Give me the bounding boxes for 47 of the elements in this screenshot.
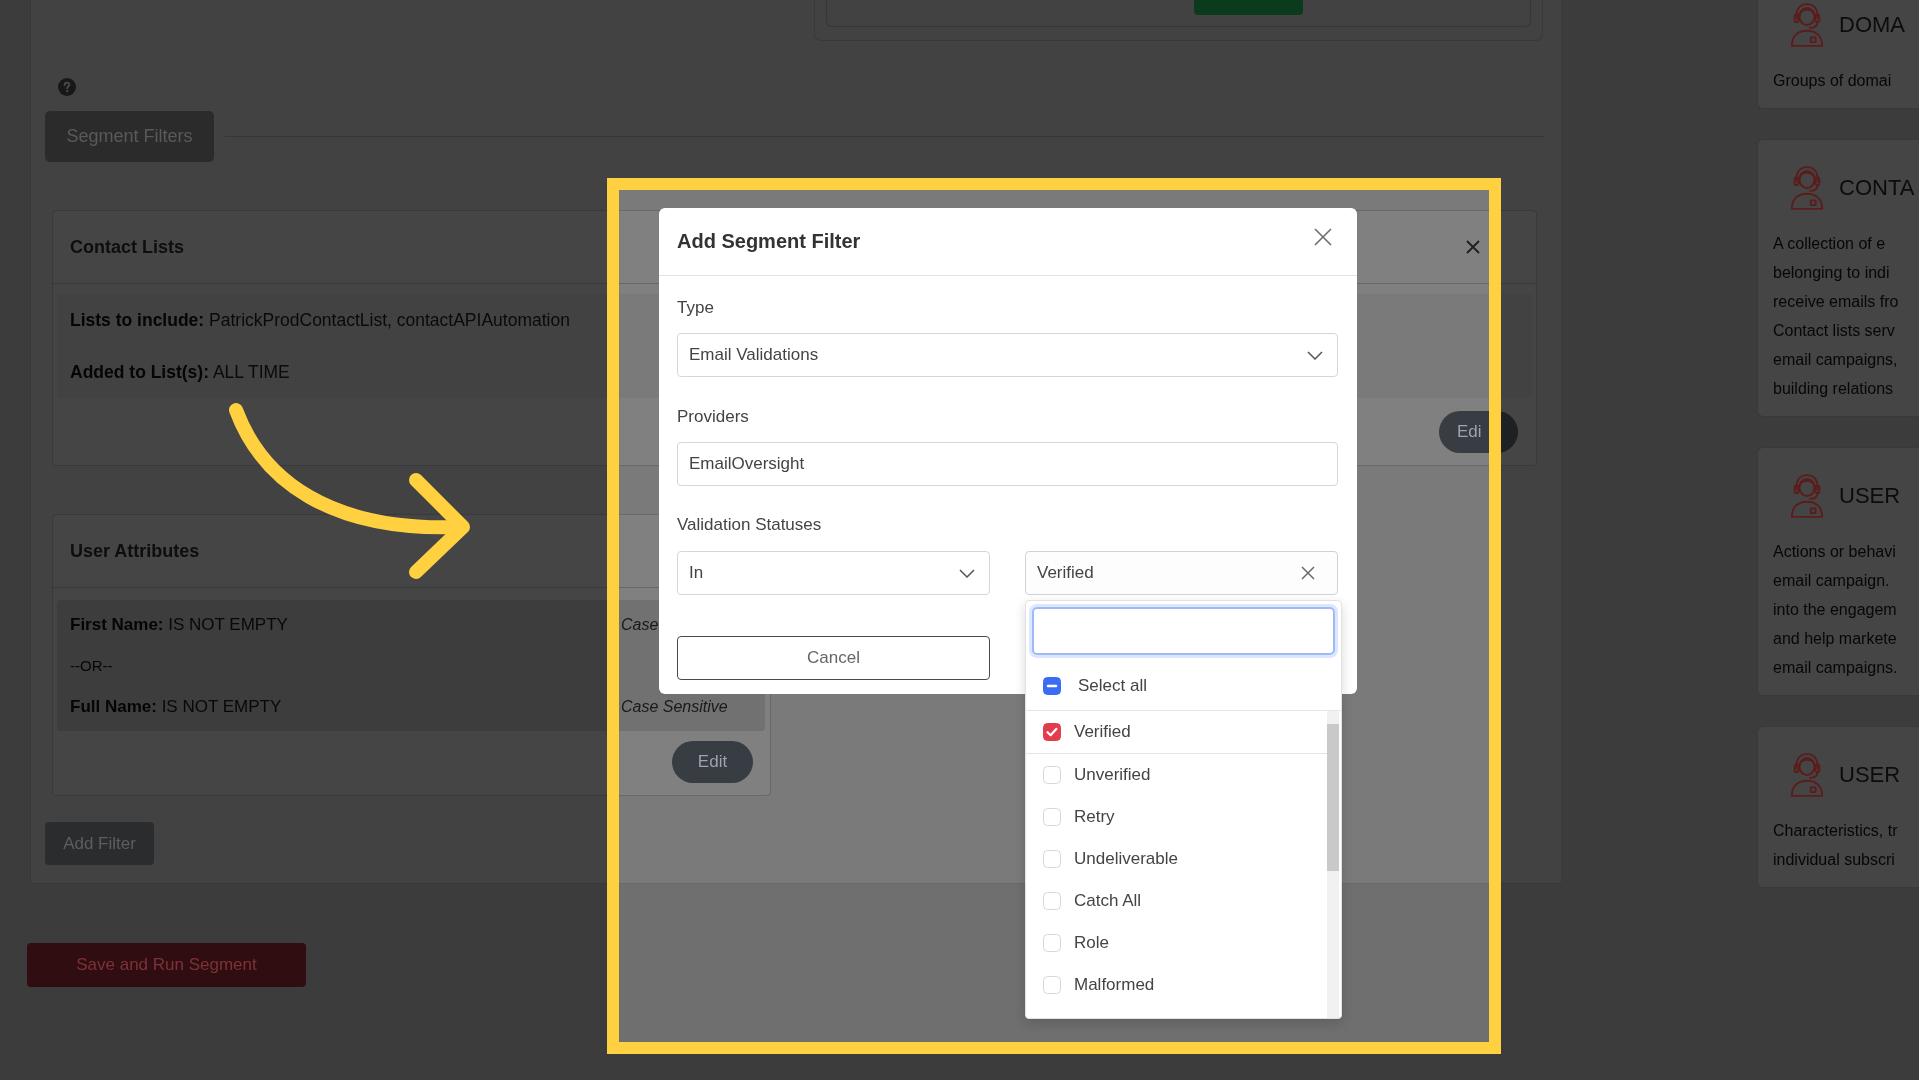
chevron-down-icon xyxy=(959,568,975,578)
chevron-down-icon xyxy=(1307,350,1323,360)
card-title: USER xyxy=(1839,762,1901,788)
status-option[interactable]: Unverified xyxy=(1026,754,1327,796)
headset-user-icon xyxy=(1788,473,1826,519)
card-title: CONTA xyxy=(1839,175,1915,201)
status-select[interactable]: Verified xyxy=(1025,551,1338,595)
status-option[interactable]: Role xyxy=(1026,922,1327,964)
scrollbar-thumb[interactable] xyxy=(1327,724,1339,871)
checkbox[interactable] xyxy=(1043,676,1061,695)
help-icon[interactable] xyxy=(58,78,76,96)
or-separator: --OR-- xyxy=(70,656,113,676)
cancel-button[interactable]: Cancel xyxy=(677,636,990,680)
x-icon[interactable] xyxy=(1301,566,1315,580)
field-label: Type xyxy=(677,297,714,319)
type-select[interactable]: Email Validations xyxy=(677,333,1338,377)
scrollbar[interactable] xyxy=(1327,711,1339,1018)
card-description: Groups of domai xyxy=(1773,71,1893,91)
x-icon[interactable] xyxy=(1466,240,1480,254)
card-title: DOMA xyxy=(1839,12,1905,38)
close-icon[interactable] xyxy=(1314,227,1332,246)
card-title: User Attributes xyxy=(70,540,200,562)
field-label: Providers xyxy=(677,406,749,428)
status-option[interactable]: Retry xyxy=(1026,796,1327,838)
case-note: Case Sensitive xyxy=(621,697,728,717)
headset-user-icon xyxy=(1788,2,1826,48)
select-all-option[interactable]: Select all xyxy=(1026,661,1341,711)
checkbox[interactable] xyxy=(1043,723,1061,741)
field-label: Validation Statuses xyxy=(677,514,822,536)
operator-select[interactable]: In xyxy=(677,551,990,595)
case-note: Case xyxy=(621,615,659,635)
status-option[interactable]: Undeliverable xyxy=(1026,838,1327,880)
card-description: A collection of e belonging to indi receive emails fro Contact lists serv email campaigns, building relations xyxy=(1773,234,1900,399)
list-detail: Added to List(s): ALL TIME xyxy=(70,361,290,384)
list-detail: Lists to include: PatrickProdContactList, contactAPIAutomation xyxy=(70,309,570,332)
headset-user-icon xyxy=(1788,165,1826,211)
card-title: USER xyxy=(1839,483,1901,509)
headset-user-icon xyxy=(1788,752,1826,798)
card-description: Characteristics, tr individual subscri xyxy=(1773,821,1899,870)
search-field[interactable] xyxy=(1032,607,1335,655)
providers-field[interactable]: EmailOversight xyxy=(677,442,1338,486)
status-option[interactable]: Catch All xyxy=(1026,880,1327,922)
card-title: Contact Lists xyxy=(70,236,184,258)
status-option[interactable]: Malformed xyxy=(1026,964,1327,1006)
card-description: Actions or behavi email campaign. into the engagem and help markete email campaigns. xyxy=(1773,542,1899,678)
modal-title: Add Segment Filter xyxy=(677,230,861,253)
edit-button[interactable]: Edit xyxy=(672,741,753,783)
